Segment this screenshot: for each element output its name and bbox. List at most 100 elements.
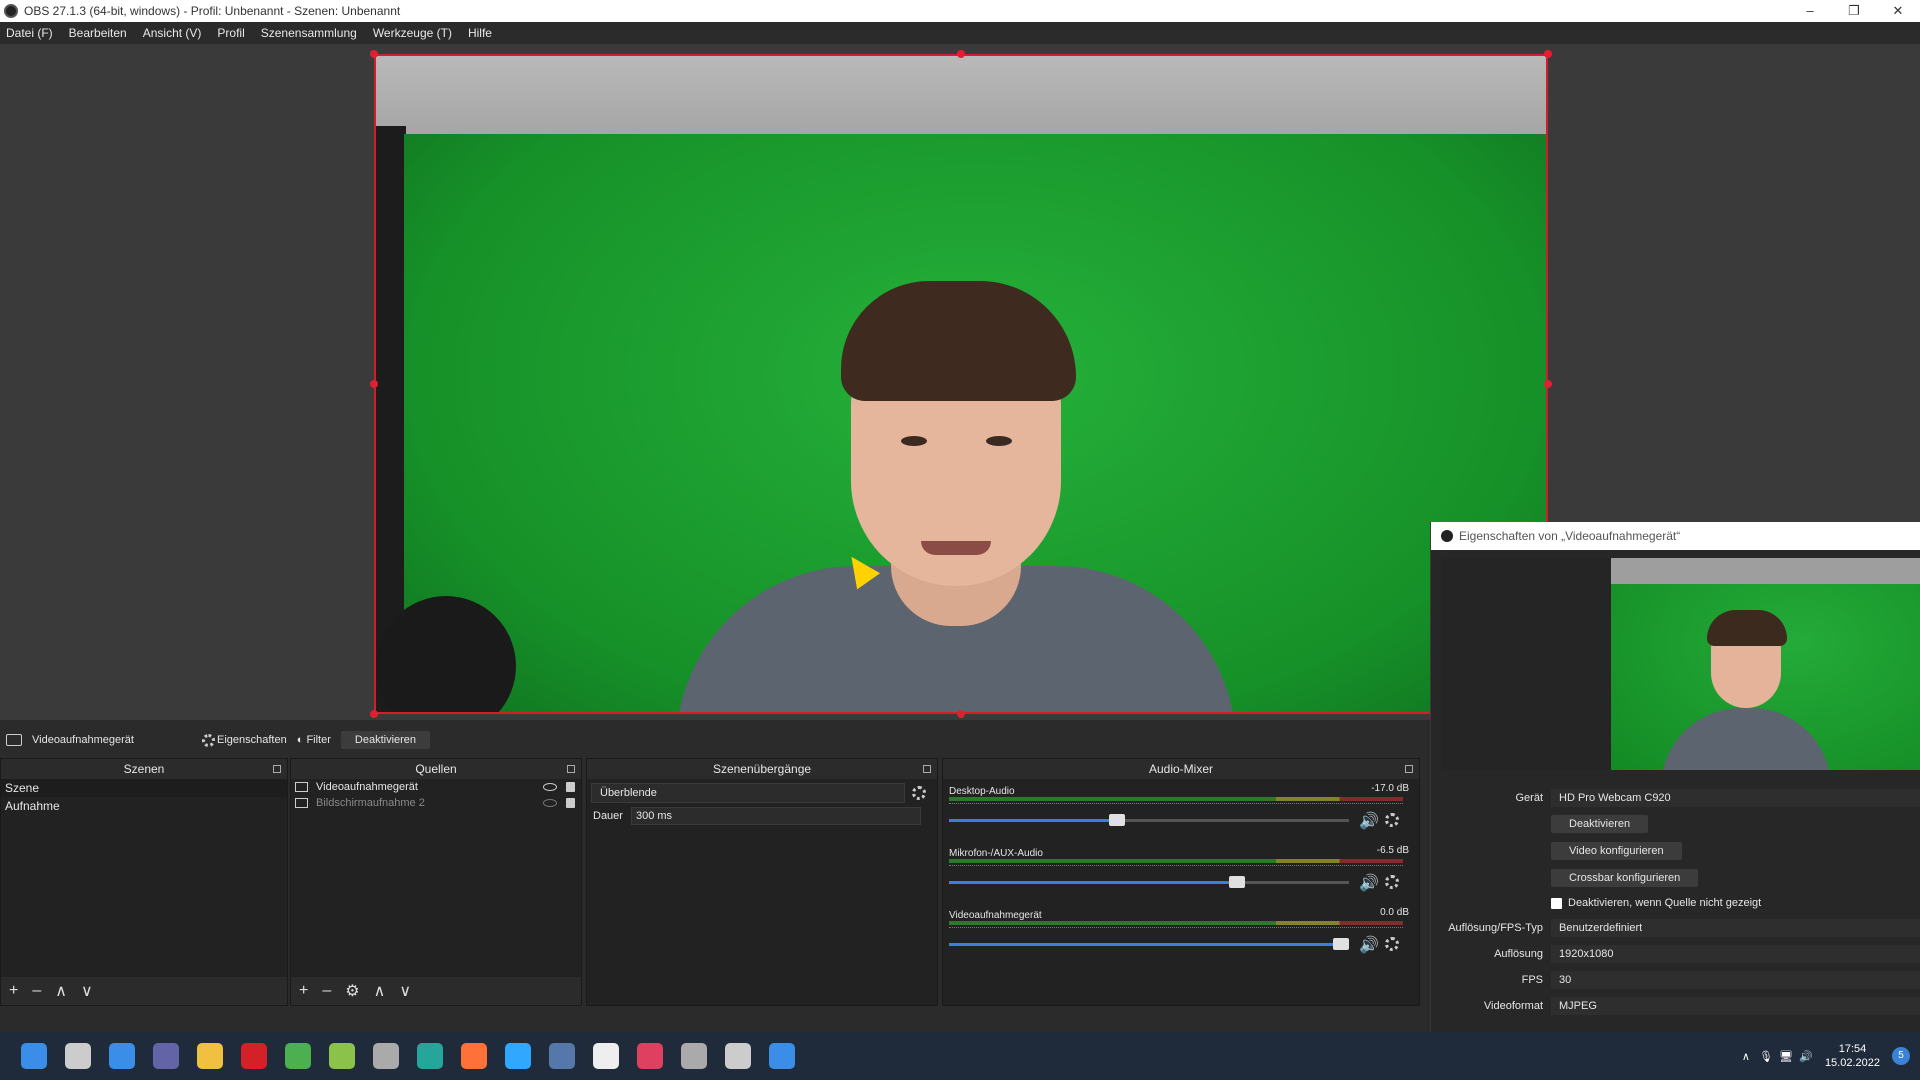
taskbar-app-icon[interactable] bbox=[417, 1043, 443, 1069]
undock-icon[interactable] bbox=[1405, 765, 1413, 773]
visibility-eye-icon[interactable] bbox=[543, 783, 557, 791]
taskbar-app-icon[interactable] bbox=[505, 1043, 531, 1069]
resize-handle-bl[interactable] bbox=[370, 710, 378, 718]
move-down-button[interactable]: ∨ bbox=[399, 981, 411, 1001]
resolution-input[interactable]: 1920x1080 bbox=[1551, 945, 1920, 963]
video-config-button[interactable]: Video konfigurieren bbox=[1551, 842, 1682, 860]
move-up-button[interactable]: ∧ bbox=[55, 981, 67, 1001]
resize-handle-top[interactable] bbox=[957, 50, 965, 58]
taskbar-app-icon[interactable] bbox=[285, 1043, 311, 1069]
scenes-dock: Szenen Szene Aufnahme + – ∧ ∨ bbox=[0, 758, 288, 1006]
menu-file[interactable]: Datei (F) bbox=[6, 26, 53, 40]
chevron-up-icon[interactable]: ∧ bbox=[1742, 1050, 1750, 1063]
device-select[interactable]: HD Pro Webcam C920 bbox=[1551, 789, 1920, 807]
notification-badge[interactable]: 5 bbox=[1892, 1047, 1910, 1065]
scene-item[interactable]: Szene bbox=[1, 779, 287, 797]
clock[interactable]: 17:54 15.02.2022 bbox=[1825, 1042, 1880, 1070]
move-up-button[interactable]: ∧ bbox=[374, 981, 386, 1001]
transition-select[interactable]: Überblende bbox=[591, 783, 905, 803]
properties-label: Eigenschaften bbox=[217, 734, 287, 746]
menu-view[interactable]: Ansicht (V) bbox=[143, 26, 202, 40]
menu-tools[interactable]: Werkzeuge (T) bbox=[373, 26, 452, 40]
format-label: Videoformat bbox=[1483, 1000, 1543, 1012]
taskbar-app-icon[interactable] bbox=[373, 1043, 399, 1069]
taskbar-app-icon[interactable] bbox=[197, 1043, 223, 1069]
taskbar-app-icon[interactable] bbox=[637, 1043, 663, 1069]
source-item[interactable]: Videoaufnahmegerät bbox=[291, 779, 581, 795]
menu-profile[interactable]: Profil bbox=[217, 26, 244, 40]
taskbar-app-icon[interactable] bbox=[109, 1043, 135, 1069]
gear-icon[interactable] bbox=[1385, 875, 1399, 889]
duration-label: Dauer bbox=[593, 810, 623, 822]
remove-scene-button[interactable]: – bbox=[32, 982, 41, 1000]
source-properties-button[interactable]: ⚙ bbox=[345, 981, 359, 1001]
volume-icon[interactable]: 🔊 bbox=[1799, 1050, 1813, 1063]
properties-window: Eigenschaften von „Videoaufnahmegerät“ G… bbox=[1430, 522, 1920, 1032]
source-item[interactable]: Bildschirmaufnahme 2 bbox=[291, 795, 581, 811]
taskbar-app-icon[interactable] bbox=[549, 1043, 575, 1069]
remove-source-button[interactable]: – bbox=[322, 982, 331, 1000]
resize-handle-tr[interactable] bbox=[1544, 50, 1552, 58]
taskbar-app-icon[interactable] bbox=[153, 1043, 179, 1069]
close-button[interactable]: ✕ bbox=[1876, 0, 1920, 22]
format-select[interactable]: MJPEG bbox=[1551, 997, 1920, 1015]
volume-knob[interactable] bbox=[1333, 938, 1349, 950]
start-icon[interactable] bbox=[21, 1043, 47, 1069]
deactivate-hidden-checkbox[interactable] bbox=[1551, 897, 1562, 909]
res-type-select[interactable]: Benutzerdefiniert bbox=[1551, 919, 1920, 937]
microphone-icon[interactable]: 🎙 bbox=[1759, 1050, 1773, 1063]
gear-icon[interactable] bbox=[912, 785, 927, 800]
taskbar-app-icon[interactable] bbox=[593, 1043, 619, 1069]
menu-edit[interactable]: Bearbeiten bbox=[69, 26, 127, 40]
filter-button[interactable]: ◐ Filter bbox=[297, 734, 331, 746]
add-scene-button[interactable]: + bbox=[9, 982, 18, 1000]
speaker-icon[interactable]: 🔊 bbox=[1359, 811, 1379, 831]
properties-button[interactable]: Eigenschaften bbox=[202, 733, 287, 747]
resize-handle-right[interactable] bbox=[1544, 380, 1552, 388]
maximize-button[interactable]: ❐ bbox=[1832, 0, 1876, 22]
lock-icon[interactable] bbox=[566, 798, 575, 808]
resize-handle-left[interactable] bbox=[370, 380, 378, 388]
device-row: Gerät HD Pro Webcam C920 bbox=[1431, 788, 1920, 808]
undock-icon[interactable] bbox=[567, 765, 575, 773]
move-down-button[interactable]: ∨ bbox=[81, 981, 93, 1001]
taskbar-app-icon[interactable] bbox=[241, 1043, 267, 1069]
speaker-icon[interactable]: 🔊 bbox=[1359, 873, 1379, 893]
channel-name: Desktop-Audio bbox=[949, 786, 1015, 797]
speaker-icon[interactable]: 🔊 bbox=[1359, 935, 1379, 955]
duration-input[interactable]: 300 ms bbox=[630, 807, 921, 825]
taskbar-app-icon[interactable] bbox=[461, 1043, 487, 1069]
add-source-button[interactable]: + bbox=[299, 982, 308, 1000]
fps-select[interactable]: 30 bbox=[1551, 971, 1920, 989]
search-icon[interactable] bbox=[65, 1043, 91, 1069]
gear-icon[interactable] bbox=[1385, 813, 1399, 827]
duration-row: Dauer 300 ms bbox=[587, 807, 937, 825]
monitor-icon bbox=[295, 798, 308, 808]
taskbar-app-icon[interactable] bbox=[329, 1043, 355, 1069]
gear-icon[interactable] bbox=[1385, 937, 1399, 951]
undock-icon[interactable] bbox=[273, 765, 281, 773]
window-controls: – ❐ ✕ bbox=[1788, 0, 1920, 22]
undock-icon[interactable] bbox=[923, 765, 931, 773]
deactivate-button[interactable]: Deaktivieren bbox=[340, 731, 431, 749]
mixer-channel: Mikrofon-/AUX-Audio -6.5 dB 🔊 bbox=[949, 845, 1413, 903]
resize-handle-tl[interactable] bbox=[370, 50, 378, 58]
crossbar-config-button[interactable]: Crossbar konfigurieren bbox=[1551, 869, 1699, 887]
level-meter bbox=[949, 797, 1403, 801]
menu-help[interactable]: Hilfe bbox=[468, 26, 492, 40]
resolution-label: Auflösung bbox=[1494, 948, 1543, 960]
menu-scene-collection[interactable]: Szenensammlung bbox=[261, 26, 357, 40]
taskbar-app-icon[interactable] bbox=[769, 1043, 795, 1069]
taskbar-app-icon[interactable] bbox=[725, 1043, 751, 1069]
network-icon[interactable]: 🖥 bbox=[1779, 1050, 1793, 1063]
webcam-source-preview[interactable] bbox=[374, 54, 1548, 714]
scene-item[interactable]: Aufnahme bbox=[1, 797, 287, 815]
taskbar-app-icon[interactable] bbox=[681, 1043, 707, 1069]
resize-handle-bottom[interactable] bbox=[957, 710, 965, 718]
lock-icon[interactable] bbox=[566, 782, 575, 792]
hidden-eye-icon[interactable] bbox=[543, 799, 557, 807]
prop-deactivate-button[interactable]: Deaktivieren bbox=[1551, 815, 1649, 833]
minimize-button[interactable]: – bbox=[1788, 0, 1832, 22]
volume-knob[interactable] bbox=[1229, 876, 1245, 888]
volume-knob[interactable] bbox=[1109, 814, 1125, 826]
